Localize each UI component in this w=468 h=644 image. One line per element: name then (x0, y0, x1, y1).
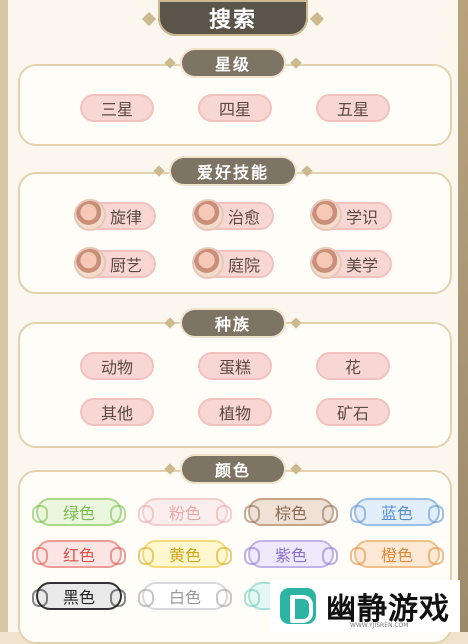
hobby-label: 治愈 (228, 208, 261, 227)
filter-color-8[interactable]: 黑色 (32, 582, 126, 610)
filter-color-1[interactable]: 粉色 (138, 498, 232, 526)
filter-color-7[interactable]: 橙色 (350, 540, 444, 568)
site-logo-icon (280, 588, 316, 624)
filter-race-plant[interactable]: 植物 (198, 398, 272, 426)
filter-four-star[interactable]: 四星 (198, 94, 272, 122)
star-section-label: 星级 (182, 50, 284, 76)
knowledge-avatar-icon (310, 199, 342, 231)
color-label: 黄色 (168, 546, 201, 565)
filter-hobby-cooking[interactable]: 厨艺 (74, 247, 156, 279)
filter-color-2[interactable]: 棕色 (244, 498, 338, 526)
filter-color-9[interactable]: 白色 (138, 582, 232, 610)
melody-avatar-icon (74, 199, 106, 231)
hobby-label: 美学 (346, 256, 379, 275)
filter-race-flower[interactable]: 花 (316, 352, 390, 380)
color-label: 绿色 (62, 504, 95, 523)
star-section: 三星 四星 五星 (18, 64, 452, 146)
aesthetics-avatar-icon (310, 247, 342, 279)
color-section-label: 颜色 (182, 456, 284, 482)
filter-color-6[interactable]: 紫色 (244, 540, 338, 568)
cooking-avatar-icon (74, 247, 106, 279)
filter-race-mineral[interactable]: 矿石 (316, 398, 390, 426)
panel-title: 搜索 (208, 8, 257, 33)
filter-hobby-healing[interactable]: 治愈 (192, 199, 274, 231)
background-left-edge (0, 0, 8, 632)
color-label: 蓝色 (380, 504, 413, 523)
panel-title-tab: 搜索 (158, 0, 308, 36)
filter-hobby-garden[interactable]: 庭院 (192, 247, 274, 279)
watermark-url: WWW.YJISREN.COM (350, 622, 409, 629)
color-label: 黑色 (62, 588, 95, 607)
filter-color-3[interactable]: 蓝色 (350, 498, 444, 526)
filter-race-animal[interactable]: 动物 (80, 352, 154, 380)
filter-hobby-melody[interactable]: 旋律 (74, 199, 156, 231)
garden-avatar-icon (192, 247, 224, 279)
filter-color-5[interactable]: 黄色 (138, 540, 232, 568)
race-section-label: 种族 (182, 310, 284, 336)
color-label: 紫色 (274, 546, 307, 565)
background-right-edge (458, 0, 468, 632)
filter-color-4[interactable]: 红色 (32, 540, 126, 568)
filter-race-cake[interactable]: 蛋糕 (198, 352, 272, 380)
race-section: 动物 蛋糕 花 其他 植物 矿石 (18, 322, 452, 448)
filter-color-0[interactable]: 绿色 (32, 498, 126, 526)
hobby-label: 学识 (346, 208, 379, 227)
color-label: 粉色 (168, 504, 201, 523)
hobby-label: 厨艺 (110, 256, 143, 275)
filter-race-other[interactable]: 其他 (80, 398, 154, 426)
hobby-label: 旋律 (110, 208, 143, 227)
color-label: 棕色 (274, 504, 307, 523)
color-label: 橙色 (380, 546, 413, 565)
filter-five-star[interactable]: 五星 (316, 94, 390, 122)
healing-avatar-icon (192, 199, 224, 231)
filter-hobby-aesthetics[interactable]: 美学 (310, 247, 392, 279)
hobby-section-label: 爱好技能 (170, 158, 296, 184)
filter-hobby-knowledge[interactable]: 学识 (310, 199, 392, 231)
search-panel: 搜索 三星 四星 五星 星级 旋律 治愈 学识 厨艺 庭院 美学 爱好技能 动物… (8, 0, 458, 644)
color-label: 白色 (168, 588, 201, 607)
hobby-label: 庭院 (228, 256, 261, 275)
filter-three-star[interactable]: 三星 (80, 94, 154, 122)
color-label: 红色 (62, 546, 95, 565)
hobby-section: 旋律 治愈 学识 厨艺 庭院 美学 (18, 172, 452, 294)
